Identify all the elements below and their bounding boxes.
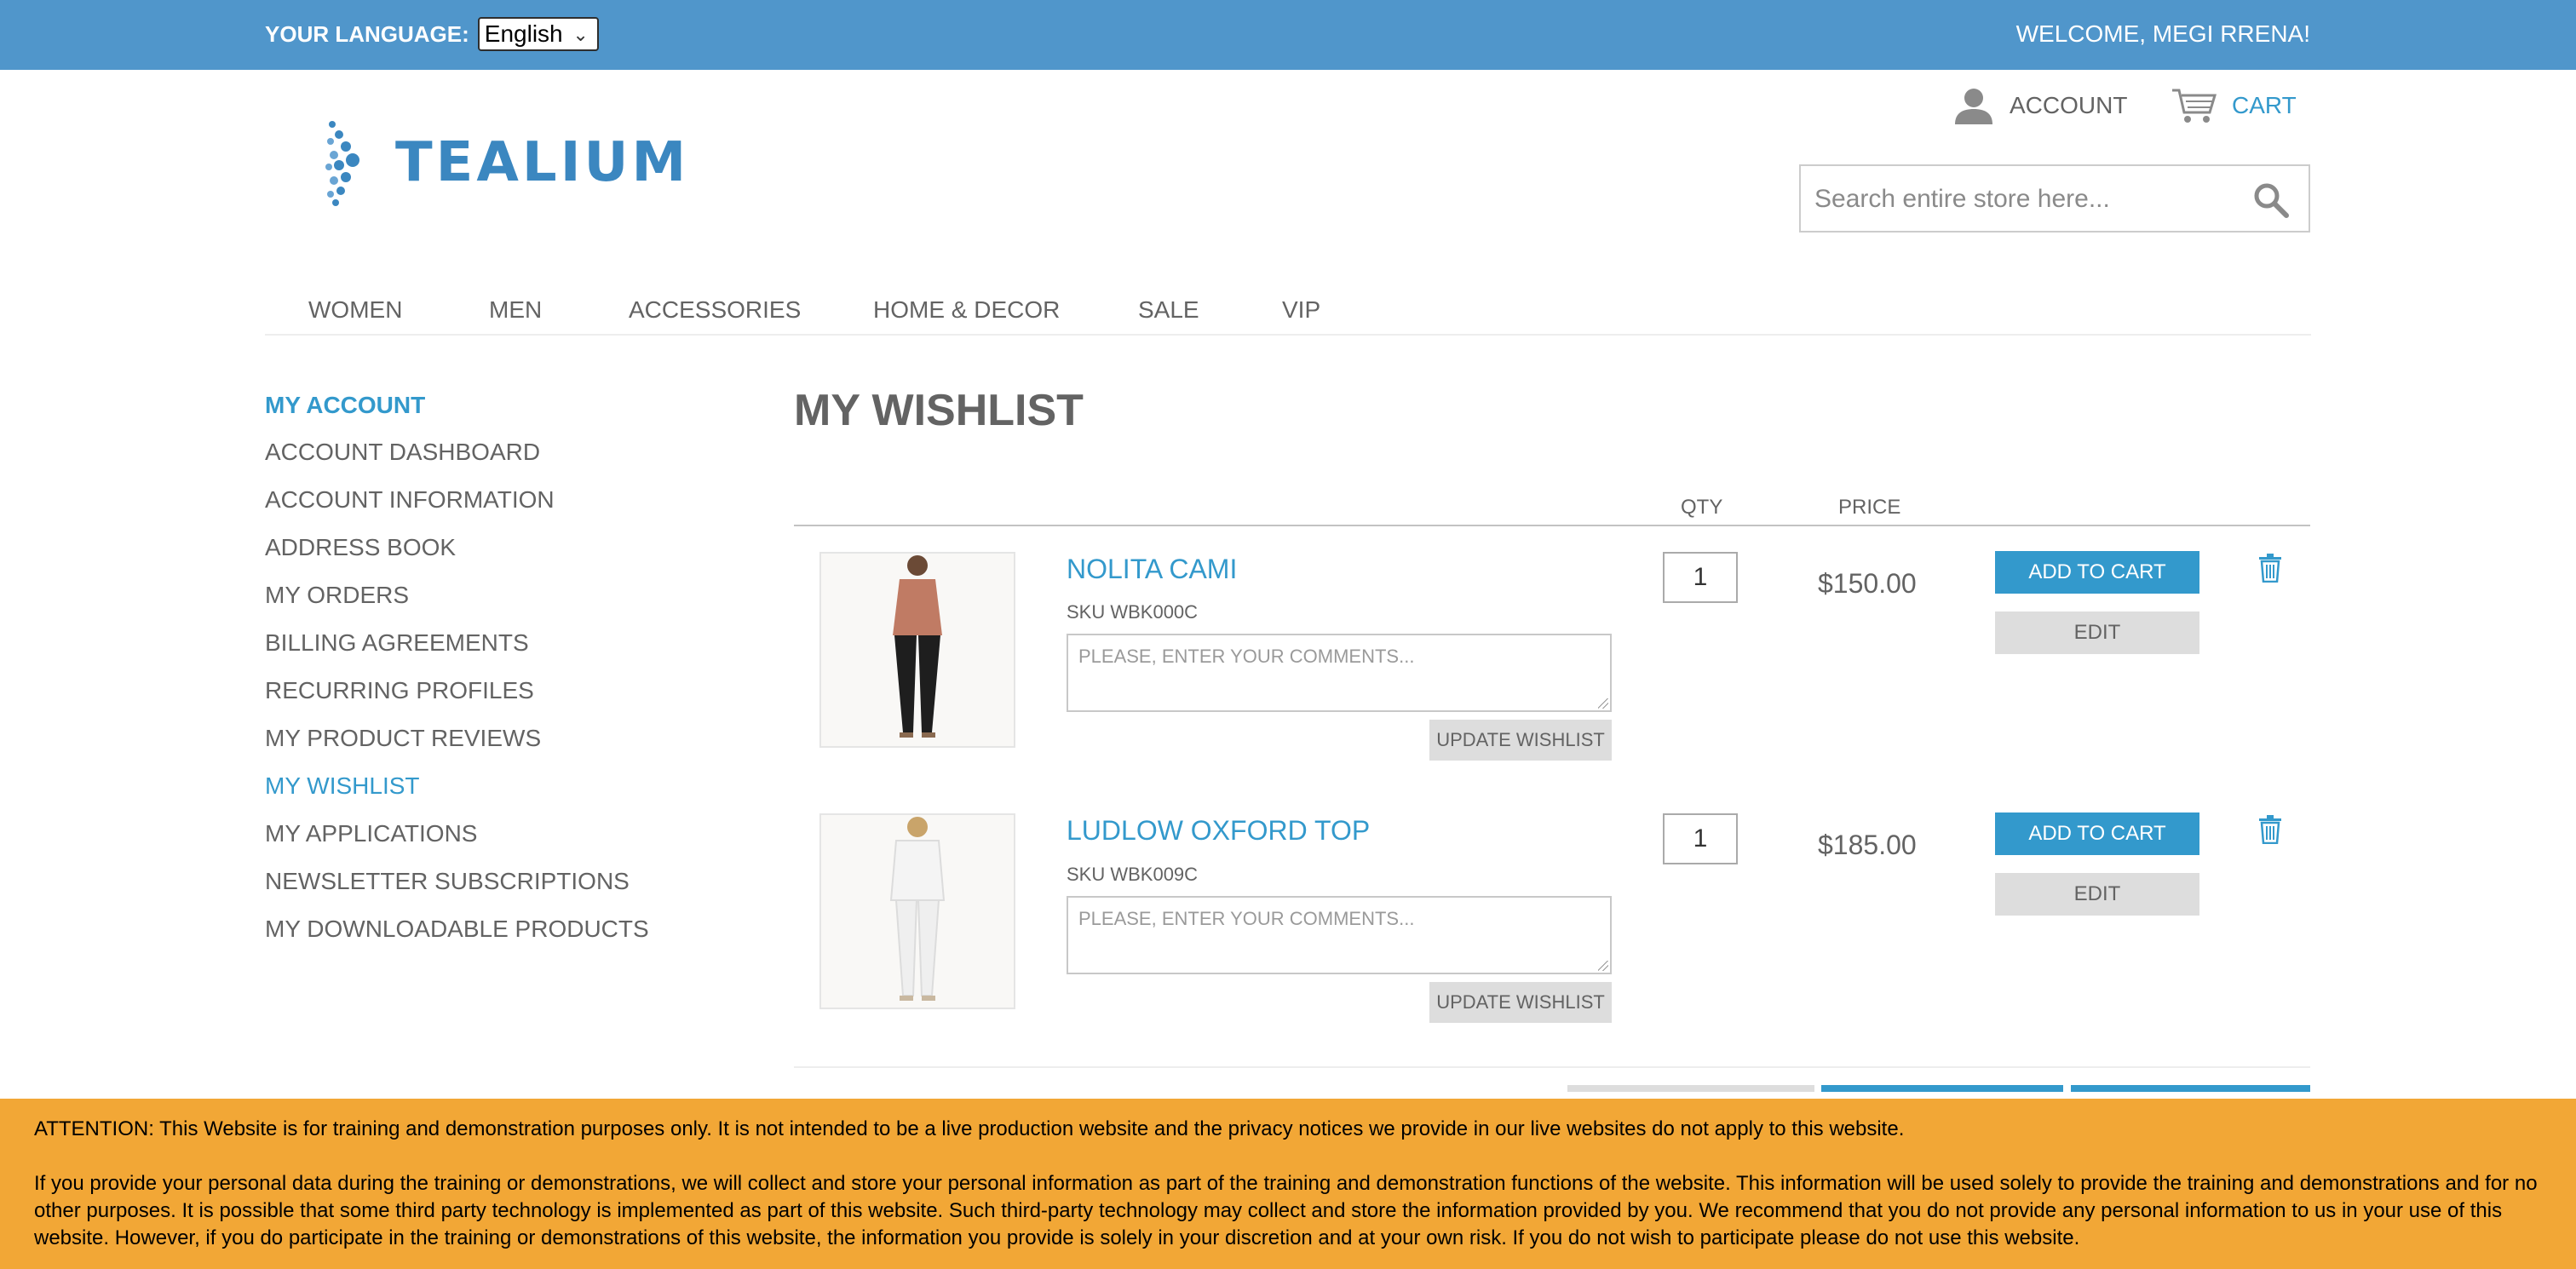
product-sku: SKU WBK009C [1067, 864, 1199, 885]
account-link[interactable]: ACCOUNT [1953, 87, 2127, 124]
cart-label: CART [2232, 92, 2297, 118]
add-to-cart-button[interactable]: ADD TO CART [1995, 551, 2199, 594]
product-image[interactable] [819, 552, 1015, 748]
sidebar-item-my-orders[interactable]: MY ORDERS [265, 582, 409, 609]
quantity-input[interactable]: 1 [1663, 552, 1738, 603]
product-name-link[interactable]: NOLITA CAMI [1067, 554, 1237, 585]
product-photo-cami [821, 554, 1014, 746]
wishlist-action-button[interactable] [2071, 1085, 2310, 1092]
column-header-qty: QTY [1681, 496, 1723, 519]
language-label: YOUR LANGUAGE: [265, 20, 469, 47]
page-title: MY WISHLIST [794, 386, 1084, 435]
nav-item-sale[interactable]: SALE [1138, 296, 1199, 324]
sidebar-title: MY ACCOUNT [265, 392, 426, 418]
update-wishlist-button[interactable]: UPDATE WISHLIST [1429, 982, 1612, 1023]
sidebar-item-newsletter-subscriptions[interactable]: NEWSLETTER SUBSCRIPTIONS [265, 868, 630, 895]
sidebar-item-my-wishlist[interactable]: MY WISHLIST [265, 772, 420, 800]
wishlist-action-button[interactable] [1567, 1085, 1814, 1092]
resize-handle-icon[interactable] [1598, 698, 1608, 709]
sidebar-item-my-product-reviews[interactable]: MY PRODUCT REVIEWS [265, 725, 541, 752]
sidebar-item-account-dashboard[interactable]: ACCOUNT DASHBOARD [265, 439, 540, 466]
sidebar-item-address-book[interactable]: ADDRESS BOOK [265, 534, 456, 561]
user-icon [1955, 89, 1992, 124]
comment-field[interactable]: PLEASE, ENTER YOUR COMMENTS... [1067, 634, 1612, 712]
cart-icon [2172, 89, 2217, 123]
logo[interactable]: TEALIUM [324, 116, 707, 210]
welcome-message: WELCOME, MEGI RRENA! [2015, 20, 2310, 47]
cart-link[interactable]: CART [2171, 87, 2297, 124]
sidebar-item-account-information[interactable]: ACCOUNT INFORMATION [265, 486, 555, 514]
comment-placeholder: PLEASE, ENTER YOUR COMMENTS... [1078, 908, 1415, 929]
account-label: ACCOUNT [2010, 92, 2128, 118]
logo-text: TEALIUM [395, 131, 690, 194]
column-header-price: PRICE [1838, 496, 1901, 519]
trash-icon[interactable] [2258, 554, 2282, 583]
sidebar-item-my-applications[interactable]: MY APPLICATIONS [265, 820, 477, 847]
main-nav: WOMEN MEN ACCESSORIES HOME & DECOR SALE … [265, 290, 2311, 336]
logo-mark-icon [325, 121, 359, 206]
update-wishlist-button[interactable]: UPDATE WISHLIST [1429, 720, 1612, 761]
comment-placeholder: PLEASE, ENTER YOUR COMMENTS... [1078, 646, 1415, 667]
product-photo-oxford [821, 815, 1014, 1008]
language-switcher: YOUR LANGUAGE: English ⌄ [265, 17, 599, 51]
privacy-notice-banner: ATTENTION: This Website is for training … [0, 1099, 2576, 1269]
table-header-divider [794, 525, 2310, 526]
table-footer-divider [794, 1066, 2310, 1068]
product-price: $150.00 [1818, 568, 1917, 599]
add-to-cart-button[interactable]: ADD TO CART [1995, 813, 2199, 855]
nav-item-men[interactable]: MEN [489, 296, 542, 324]
chevron-down-icon: ⌄ [572, 24, 589, 45]
product-image[interactable] [819, 813, 1015, 1009]
notice-attention-text: ATTENTION: This Website is for training … [34, 1117, 1905, 1140]
edit-button[interactable]: EDIT [1995, 612, 2199, 654]
top-bar: YOUR LANGUAGE: English ⌄ WELCOME, MEGI R… [0, 0, 2576, 70]
search-icon[interactable] [2252, 181, 2290, 219]
language-value: English [484, 20, 563, 47]
comment-field[interactable]: PLEASE, ENTER YOUR COMMENTS... [1067, 896, 1612, 974]
nav-item-vip[interactable]: VIP [1282, 296, 1320, 324]
sidebar-item-my-downloadable-products[interactable]: MY DOWNLOADABLE PRODUCTS [265, 916, 649, 943]
sidebar-item-billing-agreements[interactable]: BILLING AGREEMENTS [265, 629, 529, 657]
nav-item-accessories[interactable]: ACCESSORIES [629, 296, 801, 324]
language-select[interactable]: English ⌄ [477, 17, 599, 51]
quantity-input[interactable]: 1 [1663, 813, 1738, 864]
sidebar-item-recurring-profiles[interactable]: RECURRING PROFILES [265, 677, 534, 704]
trash-icon[interactable] [2258, 815, 2282, 844]
search-box[interactable]: Search entire store here... [1799, 164, 2310, 233]
search-input[interactable]: Search entire store here... [1814, 185, 2110, 214]
wishlist-action-button[interactable] [1821, 1085, 2063, 1092]
edit-button[interactable]: EDIT [1995, 873, 2199, 916]
notice-privacy-text: If you provide your personal data during… [34, 1172, 2538, 1249]
product-sku: SKU WBK000C [1067, 601, 1199, 623]
nav-item-home-decor[interactable]: HOME & DECOR [873, 296, 1060, 324]
product-price: $185.00 [1818, 830, 1917, 860]
resize-handle-icon[interactable] [1598, 961, 1608, 971]
nav-item-women[interactable]: WOMEN [308, 296, 402, 324]
product-name-link[interactable]: LUDLOW OXFORD TOP [1067, 815, 1370, 847]
